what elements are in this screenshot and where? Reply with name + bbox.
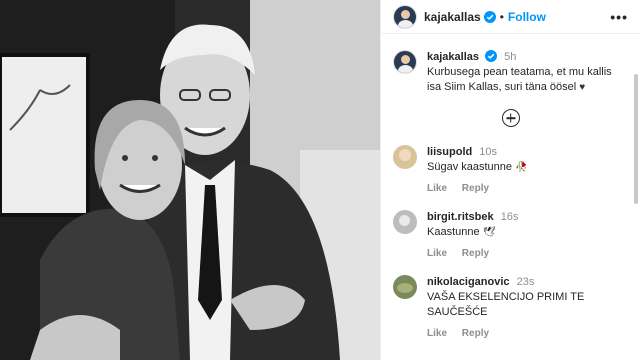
like-button[interactable]: Like xyxy=(427,248,447,259)
comment-actions: Like Reply xyxy=(427,246,617,261)
heart-emoji-icon: ♥ xyxy=(579,82,586,93)
comment-username[interactable]: liisupold xyxy=(427,146,472,158)
follow-button[interactable]: Follow xyxy=(508,10,546,24)
reply-button[interactable]: Reply xyxy=(462,248,489,259)
comment-text-line: Sügav kaastunne 🥀 xyxy=(427,160,617,175)
commenter-avatar[interactable] xyxy=(393,275,417,299)
reply-button[interactable]: Reply xyxy=(462,183,489,194)
caption-time[interactable]: 5h xyxy=(504,51,516,63)
comment-username[interactable]: nikolaciganovic xyxy=(427,276,510,288)
post-caption: kajakallas 5h Kurbusega pean teatama, et… xyxy=(381,34,640,95)
post-sidebar: kajakallas • Follow ••• kajakallas 5h Ku… xyxy=(380,0,640,360)
reply-button[interactable]: Reply xyxy=(462,328,489,339)
author-username[interactable]: kajakallas xyxy=(424,10,481,24)
comment-text: Kaastunne xyxy=(427,226,480,238)
commenter-avatar[interactable] xyxy=(393,145,417,169)
comment-item: nikolaciganovic 23s VAŠA EKSELENCIJO PRI… xyxy=(381,275,640,341)
verified-badge-icon xyxy=(485,50,498,62)
comment-username[interactable]: birgit.ritsbek xyxy=(427,211,494,223)
post-header: kajakallas • Follow ••• xyxy=(381,0,640,34)
comment-time[interactable]: 10s xyxy=(479,146,497,158)
like-button[interactable]: Like xyxy=(427,328,447,339)
comment-time[interactable]: 23s xyxy=(517,276,535,288)
comment-time[interactable]: 16s xyxy=(501,211,519,223)
verified-badge-icon xyxy=(483,10,496,23)
separator-dot: • xyxy=(499,9,504,24)
caption-username[interactable]: kajakallas xyxy=(427,51,479,63)
comment-body: liisupold 10s Sügav kaastunne 🥀 Like Rep… xyxy=(427,145,617,196)
post-photo xyxy=(0,0,380,360)
comment-text: VAŠA EKSELENCIJO PRIMI TE SAUČEŠĆE xyxy=(427,291,585,318)
rose-emoji-icon: 🥀 xyxy=(515,162,528,173)
comments-scrollbar[interactable] xyxy=(634,74,638,204)
dove-emoji-icon: 🕊 xyxy=(482,227,496,238)
load-more-comments xyxy=(381,109,640,131)
comment-item: birgit.ritsbek 16s Kaastunne 🕊 Like Repl… xyxy=(381,210,640,261)
plus-circle-icon[interactable] xyxy=(501,109,520,127)
caption-body: kajakallas 5h Kurbusega pean teatama, et… xyxy=(427,50,617,95)
comment-actions: Like Reply xyxy=(427,181,617,196)
comment-actions: Like Reply xyxy=(427,326,617,341)
comment-item: liisupold 10s Sügav kaastunne 🥀 Like Rep… xyxy=(381,145,640,196)
comments-section[interactable]: kajakallas 5h Kurbusega pean teatama, et… xyxy=(381,34,640,360)
post-photo-image xyxy=(0,0,380,360)
comment-text: Sügav kaastunne xyxy=(427,161,513,173)
author-avatar[interactable] xyxy=(393,4,417,29)
comment-text-line: Kaastunne 🕊 xyxy=(427,225,617,240)
like-button[interactable]: Like xyxy=(427,183,447,194)
more-options-icon[interactable]: ••• xyxy=(610,9,628,25)
comment-body: nikolaciganovic 23s VAŠA EKSELENCIJO PRI… xyxy=(427,275,617,341)
commenter-avatar[interactable] xyxy=(393,210,417,234)
caption-avatar[interactable] xyxy=(393,50,417,74)
comment-body: birgit.ritsbek 16s Kaastunne 🕊 Like Repl… xyxy=(427,210,617,261)
comment-text-line: VAŠA EKSELENCIJO PRIMI TE SAUČEŠĆE xyxy=(427,290,617,320)
